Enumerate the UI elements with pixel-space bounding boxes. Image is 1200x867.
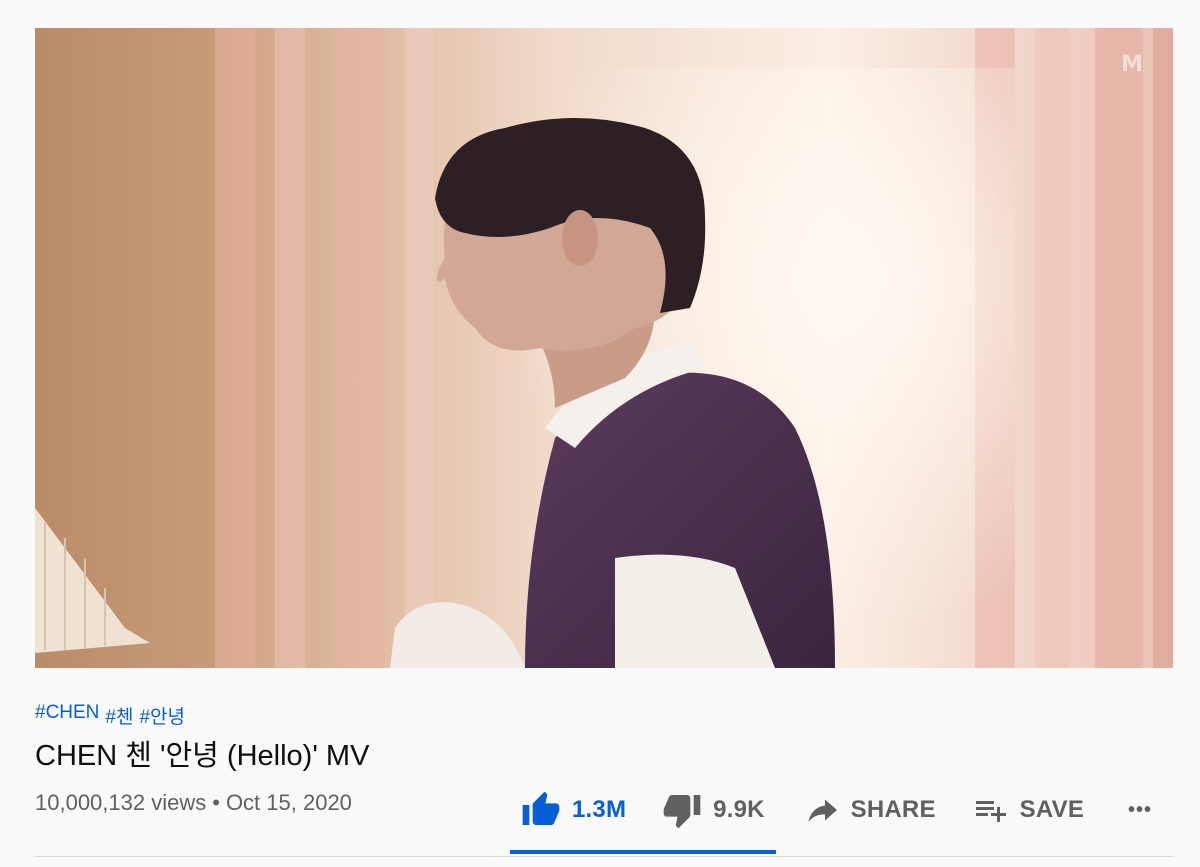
dislike-button[interactable]: 9.9K	[661, 782, 765, 838]
action-bar: 1.3M 9.9K SHARE SAVE •••	[510, 782, 1152, 838]
video-player[interactable]: M	[35, 28, 1173, 668]
share-label: SHARE	[850, 796, 936, 823]
thumbs-up-icon	[520, 790, 562, 830]
view-count: 10,000,132 views	[35, 790, 207, 815]
publish-date: Oct 15, 2020	[225, 790, 352, 815]
section-divider	[35, 856, 1173, 857]
playlist-add-icon	[972, 792, 1010, 828]
thumbs-down-icon	[661, 790, 703, 830]
share-arrow-icon	[803, 792, 841, 828]
video-title: CHEN 첸 '안녕 (Hello)' MV	[35, 740, 370, 772]
like-count: 1.3M	[572, 796, 627, 823]
hashtag-list: #CHEN #첸 #안녕	[35, 702, 185, 729]
hashtag-link[interactable]: #안녕	[139, 702, 185, 729]
hashtag-link[interactable]: #CHEN	[35, 702, 99, 729]
share-button[interactable]: SHARE	[803, 782, 936, 838]
like-sentiment-bar	[510, 850, 776, 854]
save-label: SAVE	[1019, 796, 1085, 823]
save-button[interactable]: SAVE	[972, 782, 1084, 838]
more-actions-button[interactable]: •••	[1128, 782, 1152, 838]
channel-watermark: M	[1121, 52, 1143, 77]
meta-separator: •	[212, 790, 220, 815]
more-icon: •••	[1128, 798, 1153, 821]
dislike-count: 9.9K	[713, 796, 765, 823]
video-frame	[35, 28, 1173, 668]
like-button[interactable]: 1.3M	[520, 782, 626, 838]
hashtag-link[interactable]: #첸	[105, 702, 133, 729]
video-meta: 10,000,132 views • Oct 15, 2020	[35, 790, 352, 816]
